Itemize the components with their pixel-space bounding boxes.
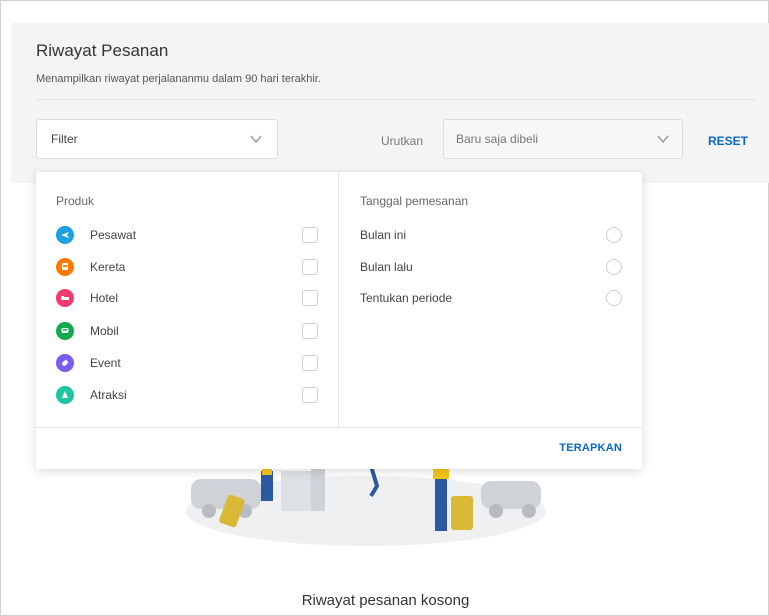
reset-button[interactable]: RESET bbox=[708, 134, 748, 148]
products-title: Produk bbox=[56, 194, 95, 208]
apply-button[interactable]: TERAPKAN bbox=[559, 442, 622, 454]
product-label: Kereta bbox=[90, 260, 126, 274]
page-title: Riwayat Pesanan bbox=[36, 41, 169, 60]
chevron-down-icon bbox=[657, 135, 669, 144]
date-option-label: Tentukan periode bbox=[360, 291, 453, 305]
product-checkbox[interactable] bbox=[302, 323, 318, 339]
date-option-label: Bulan ini bbox=[360, 228, 407, 242]
product-item-hotel[interactable]: Hotel bbox=[56, 288, 318, 308]
date-option-bulan-lalu[interactable]: Bulan lalu bbox=[360, 257, 622, 277]
date-column: Tanggal pemesanan Bulan ini Bulan lalu T… bbox=[340, 172, 642, 427]
date-option-tentukan-periode[interactable]: Tentukan periode bbox=[360, 288, 622, 308]
date-radio[interactable] bbox=[606, 227, 622, 243]
date-title: Tanggal pemesanan bbox=[360, 194, 469, 208]
sort-dropdown[interactable]: Baru saja dibeli bbox=[443, 119, 683, 159]
attraction-icon bbox=[56, 386, 74, 404]
header-divider bbox=[36, 99, 756, 100]
bed-icon bbox=[56, 289, 74, 307]
product-label: Hotel bbox=[90, 291, 119, 305]
chevron-down-icon bbox=[250, 135, 262, 144]
plane-icon bbox=[56, 226, 74, 244]
ticket-icon bbox=[56, 354, 74, 372]
product-label: Atraksi bbox=[90, 388, 127, 402]
product-checkbox[interactable] bbox=[302, 355, 318, 371]
date-radio[interactable] bbox=[606, 290, 622, 306]
sort-label: Urutkan bbox=[381, 134, 424, 148]
filter-panel: Produk Pesawat Kereta Hotel Mobil Event … bbox=[36, 172, 642, 469]
sort-value: Baru saja dibeli bbox=[456, 132, 539, 146]
product-item-mobil[interactable]: Mobil bbox=[56, 321, 318, 341]
product-label: Mobil bbox=[90, 324, 119, 338]
product-checkbox[interactable] bbox=[302, 290, 318, 306]
filter-panel-footer: TERAPKAN bbox=[36, 427, 642, 469]
product-checkbox[interactable] bbox=[302, 227, 318, 243]
product-item-event[interactable]: Event bbox=[56, 353, 318, 373]
date-option-label: Bulan lalu bbox=[360, 260, 413, 274]
product-item-pesawat[interactable]: Pesawat bbox=[56, 225, 318, 245]
product-item-atraksi[interactable]: Atraksi bbox=[56, 385, 318, 405]
empty-state-text: Riwayat pesanan kosong bbox=[301, 592, 470, 609]
products-column: Produk Pesawat Kereta Hotel Mobil Event … bbox=[36, 172, 339, 427]
app-frame: Riwayat Pesanan Menampilkan riwayat perj… bbox=[0, 0, 769, 616]
product-label: Pesawat bbox=[90, 228, 137, 242]
date-radio[interactable] bbox=[606, 259, 622, 275]
product-checkbox[interactable] bbox=[302, 259, 318, 275]
product-checkbox[interactable] bbox=[302, 387, 318, 403]
product-item-kereta[interactable]: Kereta bbox=[56, 257, 318, 277]
car-icon bbox=[56, 322, 74, 340]
product-label: Event bbox=[90, 356, 121, 370]
page-subtitle: Menampilkan riwayat perjalananmu dalam 9… bbox=[36, 73, 321, 85]
date-option-bulan-ini[interactable]: Bulan ini bbox=[360, 225, 622, 245]
train-icon bbox=[56, 258, 74, 276]
filter-label: Filter bbox=[51, 132, 78, 146]
filter-dropdown[interactable]: Filter bbox=[36, 119, 278, 159]
